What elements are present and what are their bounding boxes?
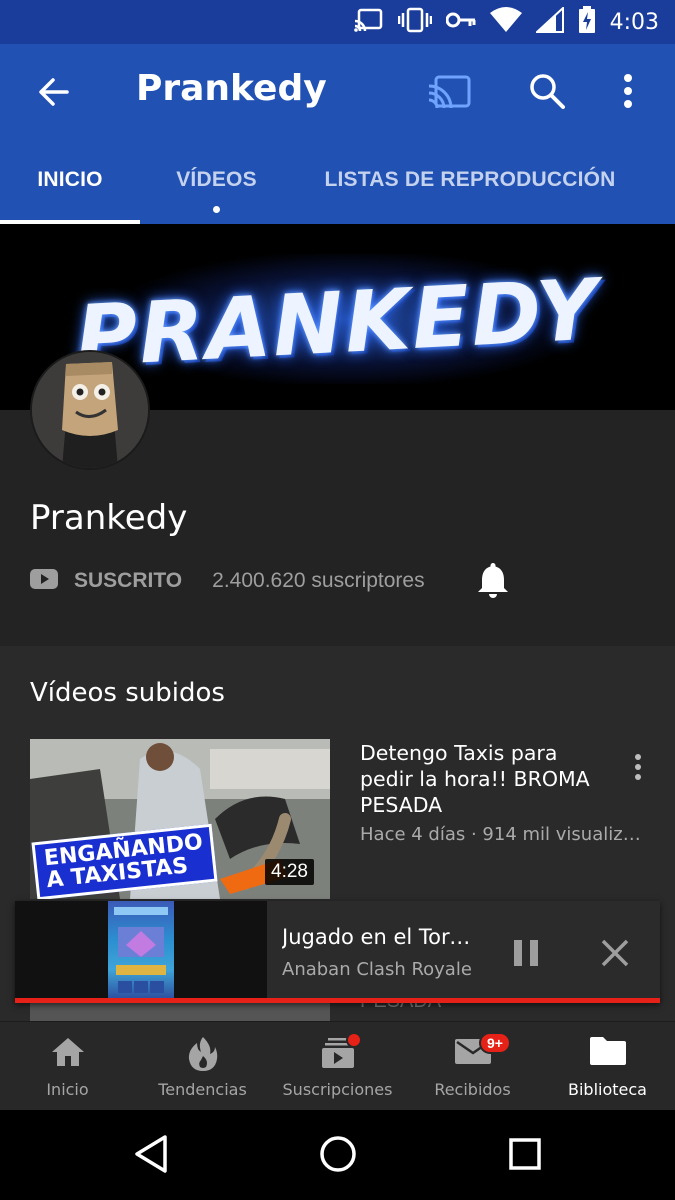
subscription-row: SUSCRITO 2.400.620 suscriptores xyxy=(30,564,425,598)
miniplayer-video[interactable] xyxy=(15,901,267,999)
home-icon xyxy=(51,1038,84,1066)
channel-name: Prankedy xyxy=(30,498,188,538)
wifi-icon xyxy=(489,6,522,38)
system-home-button[interactable] xyxy=(318,1134,358,1179)
overflow-menu-button[interactable] xyxy=(622,72,634,115)
system-back-button[interactable] xyxy=(134,1134,168,1179)
notification-bell-button[interactable] xyxy=(476,560,510,603)
triangle-back-icon xyxy=(135,1135,167,1173)
nav-suscripciones[interactable]: Suscripciones xyxy=(270,1022,405,1111)
battery-charging-icon xyxy=(578,5,596,39)
back-button[interactable] xyxy=(34,72,74,112)
subscribed-button[interactable]: SUSCRITO xyxy=(74,569,182,593)
cast-status-icon xyxy=(353,8,384,37)
cast-button[interactable] xyxy=(428,74,472,115)
new-content-dot xyxy=(213,206,220,213)
bag-mask-avatar-icon xyxy=(32,352,148,468)
library-folder-icon xyxy=(589,1037,626,1065)
nav-inicio[interactable]: Inicio xyxy=(0,1022,135,1111)
miniplayer[interactable]: Jugado en el Torneo Anaban Clash Royale xyxy=(15,901,660,1003)
miniplayer-pause-button[interactable] xyxy=(513,939,539,972)
system-navigation-bar xyxy=(0,1110,675,1200)
nav-label-suscripciones: Suscripciones xyxy=(282,1080,393,1099)
miniplayer-progress-bar xyxy=(15,998,660,1003)
trending-icon xyxy=(188,1037,217,1071)
nav-biblioteca[interactable]: Biblioteca xyxy=(540,1022,675,1111)
system-recents-button[interactable] xyxy=(508,1134,542,1179)
arrow-back-icon xyxy=(39,78,69,106)
subscriber-count: 2.400.620 suscriptores xyxy=(212,569,425,592)
video-duration: 4:28 xyxy=(265,859,314,885)
miniplayer-title[interactable]: Jugado en el Torneo xyxy=(282,925,482,949)
app-bar: Prankedy xyxy=(0,44,675,136)
status-bar: 4:03 xyxy=(0,0,675,44)
bottom-navigation: Inicio Tendencias Suscripciones 9+ Recib… xyxy=(0,1021,675,1111)
bell-icon xyxy=(478,563,508,598)
nav-label-recibidos: Recibidos xyxy=(434,1080,511,1099)
search-button[interactable] xyxy=(528,72,566,115)
search-icon xyxy=(530,74,565,109)
tab-inicio[interactable]: INICIO xyxy=(0,136,140,224)
youtube-play-icon[interactable] xyxy=(30,568,58,595)
nav-label-tendencias: Tendencias xyxy=(158,1080,247,1099)
inbox-count-badge: 9+ xyxy=(479,1032,511,1054)
nav-tendencias[interactable]: Tendencias xyxy=(135,1022,270,1111)
nav-recibidos[interactable]: 9+ Recibidos xyxy=(405,1022,540,1111)
square-recents-icon xyxy=(509,1138,541,1170)
vibrate-icon xyxy=(397,7,432,38)
circle-home-icon xyxy=(320,1136,356,1172)
key-icon xyxy=(445,11,476,34)
close-icon xyxy=(601,939,629,967)
miniplayer-game-screen xyxy=(108,901,174,999)
signal-icon xyxy=(534,5,564,38)
video-menu-button[interactable] xyxy=(632,752,644,787)
section-title: Vídeos subidos xyxy=(30,678,225,708)
cast-icon xyxy=(428,75,471,109)
subscriptions-new-dot xyxy=(346,1032,362,1048)
nav-label-biblioteca: Biblioteca xyxy=(568,1080,647,1099)
miniplayer-close-button[interactable] xyxy=(601,939,629,972)
more-vert-icon xyxy=(635,754,641,780)
video-thumbnail[interactable]: ENGAÑANDO A TAXISTAS 4:28 xyxy=(30,739,330,899)
channel-tabs: INICIO VÍDEOS LISTAS DE REPRODUCCIÓN xyxy=(0,136,675,224)
channel-avatar[interactable] xyxy=(30,350,150,470)
miniplayer-channel: Anaban Clash Royale xyxy=(282,959,472,980)
video-title[interactable]: Detengo Taxis para pedir la hora!! BROMA… xyxy=(360,740,610,818)
video-meta: Hace 4 días · 914 mil visualizaciones xyxy=(360,824,650,845)
nav-label-inicio: Inicio xyxy=(46,1080,89,1099)
pause-icon xyxy=(514,940,538,966)
page-title: Prankedy xyxy=(136,68,327,109)
next-video-thumbnail[interactable] xyxy=(30,1003,330,1021)
more-vert-icon xyxy=(624,74,632,108)
tab-playlists[interactable]: LISTAS DE REPRODUCCIÓN xyxy=(310,136,630,224)
status-time: 4:03 xyxy=(609,9,659,35)
